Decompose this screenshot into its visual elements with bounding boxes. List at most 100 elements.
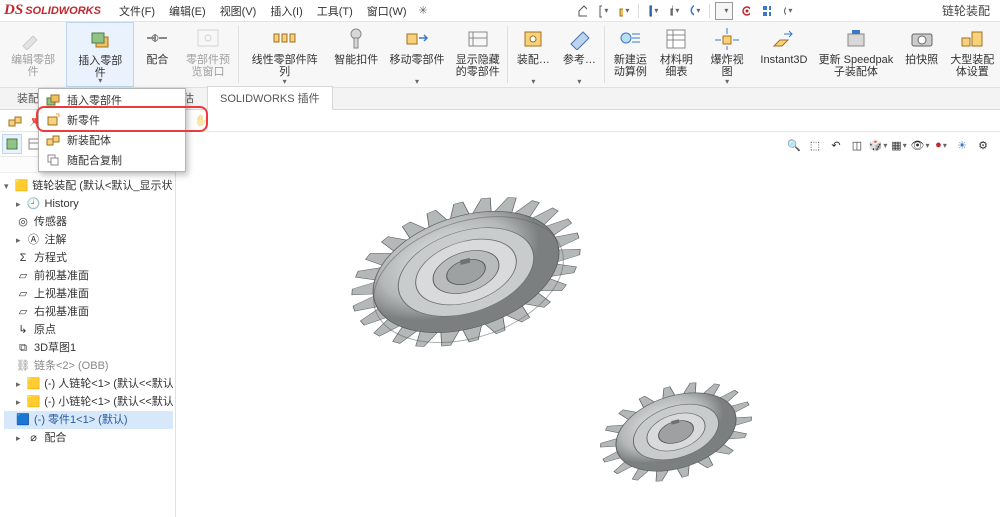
tree-3dsketch[interactable]: ⧉3D草图1	[4, 339, 173, 357]
section-view-icon[interactable]: ◫	[848, 136, 866, 154]
zoom-fit-icon[interactable]: 🔍	[785, 136, 803, 154]
rebuild-icon[interactable]	[736, 2, 754, 20]
options-icon[interactable]	[757, 2, 775, 20]
sketch3d-icon: ⧉	[16, 341, 30, 355]
cmd-show-hidden[interactable]: 显示隐藏 的零部件	[450, 22, 505, 87]
dd-new-assembly-label: 新装配体	[67, 132, 111, 148]
heads-up-toolbar: 🔍 ⬚ ↶ ◫ 🎲 ▦ 👁 ● ☀ ⚙	[785, 136, 992, 154]
tree-small-sprocket[interactable]: 🟨(-) 小链轮<1> (默认<<默认…	[4, 393, 173, 411]
tree-part1[interactable]: 🟦(-) 零件1<1> (默认)	[4, 411, 173, 429]
big-sprocket-model[interactable]	[316, 122, 616, 422]
new-part-icon	[45, 112, 61, 128]
cmd-move-component[interactable]: 移动零部件	[384, 22, 450, 87]
select-button[interactable]	[715, 2, 733, 20]
feature-manager-tab[interactable]	[2, 134, 22, 154]
cmd-smart-fasteners[interactable]: 智能扣件	[329, 22, 384, 87]
work-area: 🟨链轮装配 (默认<默认_显示状态… 🕘History ◎传感器 Ⓐ注解 Σ方程…	[0, 132, 1000, 517]
view-orientation-icon[interactable]: 🎲	[869, 136, 887, 154]
undo-icon[interactable]	[686, 2, 704, 20]
tree-root[interactable]: 🟨链轮装配 (默认<默认_显示状态…	[4, 177, 173, 195]
component-icon	[45, 92, 61, 108]
cmd-speedpak[interactable]: 更新 Speedpak 子装配体	[813, 22, 899, 87]
insert-components-dropdown: 插入零部件 新零件 新装配体 随配合复制	[38, 88, 186, 172]
save-button[interactable]	[644, 2, 662, 20]
hand-icon[interactable]: ✋	[192, 112, 210, 130]
command-manager: 编辑零部件 插入零部件 配合 零部件预 览窗口 线性零部件阵列 智能扣件 移动零…	[0, 22, 1000, 88]
menu-insert[interactable]: 插入(I)	[264, 1, 308, 21]
cmd-new-motion-study[interactable]: 新建运 动算例	[607, 22, 653, 87]
cmd-assembly-features[interactable]: 装配…	[510, 22, 556, 87]
tab-plugins[interactable]: SOLIDWORKS 插件	[207, 86, 333, 110]
feature-manager-panel: 🟨链轮装配 (默认<默认_显示状态… 🕘History ◎传感器 Ⓐ注解 Σ方程…	[0, 132, 176, 517]
home-icon[interactable]	[573, 2, 591, 20]
hide-show-icon[interactable]: 👁	[911, 136, 929, 154]
cmd-mate[interactable]: 配合	[134, 22, 180, 87]
tree-big-sprocket[interactable]: 🟨(-) 人链轮<1> (默认<<默认…	[4, 375, 173, 393]
history-icon: 🕘	[27, 197, 41, 211]
menu-tools[interactable]: 工具(T)	[311, 1, 359, 21]
dd-insert-component[interactable]: 插入零部件	[39, 90, 185, 110]
part-icon: 🟨	[27, 377, 41, 391]
tree-front-plane[interactable]: ▱前视基准面	[4, 267, 173, 285]
tree-mates[interactable]: ⌀配合	[4, 429, 173, 447]
menubar: DS SOLIDWORKS 文件(F) 编辑(E) 视图(V) 插入(I) 工具…	[0, 0, 1000, 22]
cmd-reference-geometry[interactable]: 参考…	[556, 22, 602, 87]
copy-mates-icon	[45, 152, 61, 168]
zoom-area-icon[interactable]: ⬚	[806, 136, 824, 154]
display-style-icon[interactable]: ▦	[890, 136, 908, 154]
cmd-edit-component[interactable]: 编辑零部件	[0, 22, 66, 87]
dd-new-assembly[interactable]: 新装配体	[39, 130, 185, 150]
cmd-linear-pattern[interactable]: 线性零部件阵列	[241, 22, 329, 87]
tree-origin[interactable]: ↳原点	[4, 321, 173, 339]
plane-icon: ▱	[16, 305, 30, 319]
tree-annotations[interactable]: Ⓐ注解	[4, 231, 173, 249]
cmd-bom[interactable]: 材料明 细表	[653, 22, 699, 87]
cmd-instant3d[interactable]: Instant3D	[755, 22, 813, 87]
view-settings-icon[interactable]: ⚙	[974, 136, 992, 154]
print-button[interactable]	[665, 2, 683, 20]
part-icon: 🟦	[16, 413, 30, 427]
tree-top-plane[interactable]: ▱上视基准面	[4, 285, 173, 303]
menu-file[interactable]: 文件(F)	[113, 1, 161, 21]
annotation-icon: Ⓐ	[27, 233, 41, 247]
dd-copy-with-mates-label: 随配合复制	[67, 152, 122, 168]
menu-edit[interactable]: 编辑(E)	[163, 1, 212, 21]
scene-icon[interactable]: ☀	[953, 136, 971, 154]
feature-tree: 🟨链轮装配 (默认<默认_显示状态… 🕘History ◎传感器 Ⓐ注解 Σ方程…	[0, 173, 175, 451]
menu-more-icon[interactable]: ✳	[419, 4, 428, 17]
cmd-large-assembly[interactable]: 大型装配 体设置	[945, 22, 1000, 87]
chain-icon: ⛓	[16, 359, 30, 373]
appearance-icon[interactable]: ●	[932, 136, 950, 154]
new-button[interactable]	[594, 2, 612, 20]
small-sprocket-model[interactable]	[576, 332, 776, 517]
cmd-insert-components[interactable]: 插入零部件	[66, 22, 134, 87]
quick-access-toolbar	[573, 2, 796, 20]
open-button[interactable]	[615, 2, 633, 20]
sensor-icon: ◎	[16, 215, 30, 229]
part-icon: 🟨	[27, 395, 41, 409]
ds-logo-icon: DS	[4, 2, 23, 19]
cmd-preview-window[interactable]: 零部件预 览窗口	[180, 22, 235, 87]
new-assembly-icon	[45, 132, 61, 148]
cmd-exploded-view[interactable]: 爆炸视图	[699, 22, 754, 87]
tree-history[interactable]: 🕘History	[4, 195, 173, 213]
menu-view[interactable]: 视图(V)	[214, 1, 263, 21]
settings-icon[interactable]	[778, 2, 796, 20]
cmd-snapshot[interactable]: 拍快照	[899, 22, 945, 87]
plane-icon: ▱	[16, 269, 30, 283]
tree-chain[interactable]: ⛓链条<2> (OBB)	[4, 357, 173, 375]
dd-copy-with-mates[interactable]: 随配合复制	[39, 150, 185, 170]
tree-equations[interactable]: Σ方程式	[4, 249, 173, 267]
graphics-viewport[interactable]: 🔍 ⬚ ↶ ◫ 🎲 ▦ 👁 ● ☀ ⚙	[176, 132, 1000, 517]
tree-right-plane[interactable]: ▱右视基准面	[4, 303, 173, 321]
dd-new-part-label: 新零件	[67, 112, 100, 128]
assembly-icon[interactable]	[6, 112, 24, 130]
menu-window[interactable]: 窗口(W)	[361, 1, 413, 21]
dd-new-part[interactable]: 新零件	[39, 110, 185, 130]
dd-insert-component-label: 插入零部件	[67, 92, 122, 108]
tree-sensors[interactable]: ◎传感器	[4, 213, 173, 231]
mates-icon: ⌀	[27, 431, 41, 445]
equation-icon: Σ	[16, 251, 30, 265]
prev-view-icon[interactable]: ↶	[827, 136, 845, 154]
plane-icon: ▱	[16, 287, 30, 301]
